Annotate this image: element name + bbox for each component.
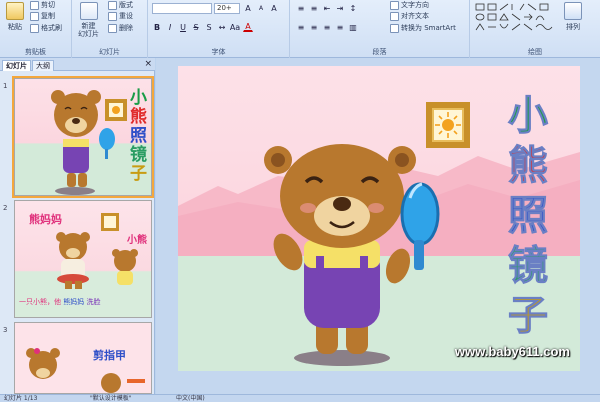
- new-slide-button[interactable]: 新建 幻灯片: [78, 2, 99, 38]
- spacing-button[interactable]: ↔: [217, 22, 227, 32]
- slide-thumbnail-2[interactable]: 熊妈妈 小熊 一只小熊，他 熊妈妈 洗脸: [14, 200, 152, 318]
- ribbon: 粘贴 剪切 复制 格式刷 剪贴板 新建 幻灯片 版式 重设 删除 幻灯片 20+…: [0, 0, 600, 58]
- theme-name: "默认设计模板": [90, 395, 132, 402]
- title-char-5: 子: [508, 292, 549, 339]
- bear-nails-thumbnail: [26, 348, 145, 393]
- font-label: 字体: [211, 48, 226, 56]
- layout-icon: [108, 0, 117, 10]
- title-char-1: 小: [508, 92, 549, 139]
- shapes-gallery[interactable]: [474, 2, 556, 34]
- drawing-label: 绘图: [528, 48, 542, 56]
- list-controls: ≡ ≡ ⇤ ⇥ ↕: [296, 3, 358, 13]
- slides-group: 新建 幻灯片 版式 重设 删除 幻灯片: [72, 0, 148, 58]
- slide-count: 幻灯片 1/13: [4, 395, 38, 402]
- increase-indent-icon[interactable]: ⇥: [335, 3, 345, 13]
- tab-outline[interactable]: 大纲: [32, 60, 54, 71]
- italic-button[interactable]: I: [165, 22, 175, 32]
- text-direction-button[interactable]: 文字方向: [390, 0, 429, 10]
- underline-button[interactable]: U: [178, 22, 188, 32]
- font-color-button[interactable]: A: [243, 22, 253, 32]
- watermark: www.baby611.com: [454, 344, 570, 359]
- slide-thumbnail-1[interactable]: 小 熊 照 镜 子: [12, 76, 154, 198]
- thumbnail-caption: 一只小熊，他 熊妈妈 洗脸: [19, 298, 101, 306]
- text-direction-icon: [390, 0, 399, 10]
- title-char-4: 镜: [508, 242, 549, 289]
- thumbnail-title: 小 熊 照 镜 子: [130, 88, 147, 184]
- brush-icon: [30, 23, 39, 33]
- close-panel-icon[interactable]: ×: [144, 59, 152, 69]
- columns-icon[interactable]: ▥: [348, 22, 358, 32]
- slides-panel: 幻灯片 大纲 × 1 小 熊 照 镜 子 2 熊妈妈 小熊 一只小熊，他 熊妈妈…: [0, 58, 155, 394]
- bold-button[interactable]: B: [152, 22, 162, 32]
- font-size-controls: A A A: [243, 3, 279, 13]
- slide-stage: 小 熊 照 镜 子 www.baby611.com: [156, 58, 600, 394]
- align-text-icon: [390, 11, 399, 21]
- decrease-indent-icon[interactable]: ⇤: [322, 3, 332, 13]
- justify-icon[interactable]: ≡: [335, 22, 345, 32]
- smartart-button[interactable]: 转换为 SmartArt: [390, 23, 456, 33]
- reset-icon: [108, 11, 117, 21]
- copy-icon: [30, 11, 39, 21]
- bullet-list-icon[interactable]: ≡: [296, 3, 306, 13]
- font-group: 20+ A A A B I U S S ↔ Aa A 字体: [148, 0, 290, 58]
- align-center-icon[interactable]: ≡: [309, 22, 319, 32]
- font-name-dropdown[interactable]: [152, 3, 212, 14]
- bear-with-mirror-illustration: [264, 144, 440, 366]
- arrange-icon: [564, 2, 582, 20]
- clipboard-group: 粘贴 剪切 复制 格式刷 剪贴板: [0, 0, 72, 58]
- language: 中文(中国): [176, 395, 205, 402]
- layout-button[interactable]: 版式: [108, 0, 133, 10]
- slide-number: 1: [3, 82, 8, 90]
- title-char-2: 熊: [508, 142, 549, 189]
- smartart-icon: [390, 23, 399, 33]
- align-controls: ≡ ≡ ≡ ≡ ▥: [296, 22, 358, 32]
- paragraph-group: ≡ ≡ ⇤ ⇥ ↕ 文字方向 对齐文本 转换为 SmartArt ≡ ≡ ≡ ≡…: [290, 0, 470, 58]
- strike-button[interactable]: S: [191, 22, 201, 32]
- copy-button[interactable]: 复制: [30, 11, 55, 21]
- slide-thumbnail-3[interactable]: 剪指甲: [14, 322, 152, 394]
- paste-button[interactable]: 粘贴: [6, 2, 24, 32]
- delete-icon: [108, 23, 117, 33]
- new-slide-icon: [79, 2, 98, 20]
- align-left-icon[interactable]: ≡: [296, 22, 306, 32]
- format-painter-button[interactable]: 格式刷: [30, 23, 62, 33]
- grow-font-button[interactable]: A: [243, 3, 253, 13]
- paste-icon: [6, 2, 24, 20]
- title-char-3: 照: [508, 192, 549, 239]
- slide-number: 2: [3, 204, 8, 212]
- panel-tabs: 幻灯片 大纲 ×: [0, 58, 155, 71]
- slide-number: 3: [3, 326, 8, 334]
- shadow-button[interactable]: S: [204, 22, 214, 32]
- clipboard-label: 剪贴板: [25, 48, 46, 56]
- slide-canvas[interactable]: 小 熊 照 镜 子 www.baby611.com: [178, 66, 580, 371]
- cut-button[interactable]: 剪切: [30, 0, 55, 10]
- line-spacing-icon[interactable]: ↕: [348, 3, 358, 13]
- font-format-controls: B I U S S ↔ Aa A: [152, 22, 253, 32]
- status-bar: 幻灯片 1/13 "默认设计模板" 中文(中国): [0, 394, 600, 402]
- tab-slides[interactable]: 幻灯片: [2, 60, 31, 71]
- reset-button[interactable]: 重设: [108, 11, 133, 21]
- scissors-icon: [30, 0, 39, 10]
- align-right-icon[interactable]: ≡: [322, 22, 332, 32]
- font-size-dropdown[interactable]: 20+: [214, 3, 240, 14]
- numbered-list-icon[interactable]: ≡: [309, 3, 319, 13]
- slides-label: 幻灯片: [99, 48, 120, 56]
- clear-format-button[interactable]: A: [269, 3, 279, 13]
- delete-button[interactable]: 删除: [108, 23, 133, 33]
- align-text-button[interactable]: 对齐文本: [390, 11, 429, 21]
- case-button[interactable]: Aa: [230, 22, 240, 32]
- shrink-font-button[interactable]: A: [256, 3, 266, 13]
- drawing-group: 排列 绘图: [470, 0, 600, 58]
- arrange-button[interactable]: 排列: [564, 2, 582, 32]
- paragraph-label: 段落: [372, 48, 387, 56]
